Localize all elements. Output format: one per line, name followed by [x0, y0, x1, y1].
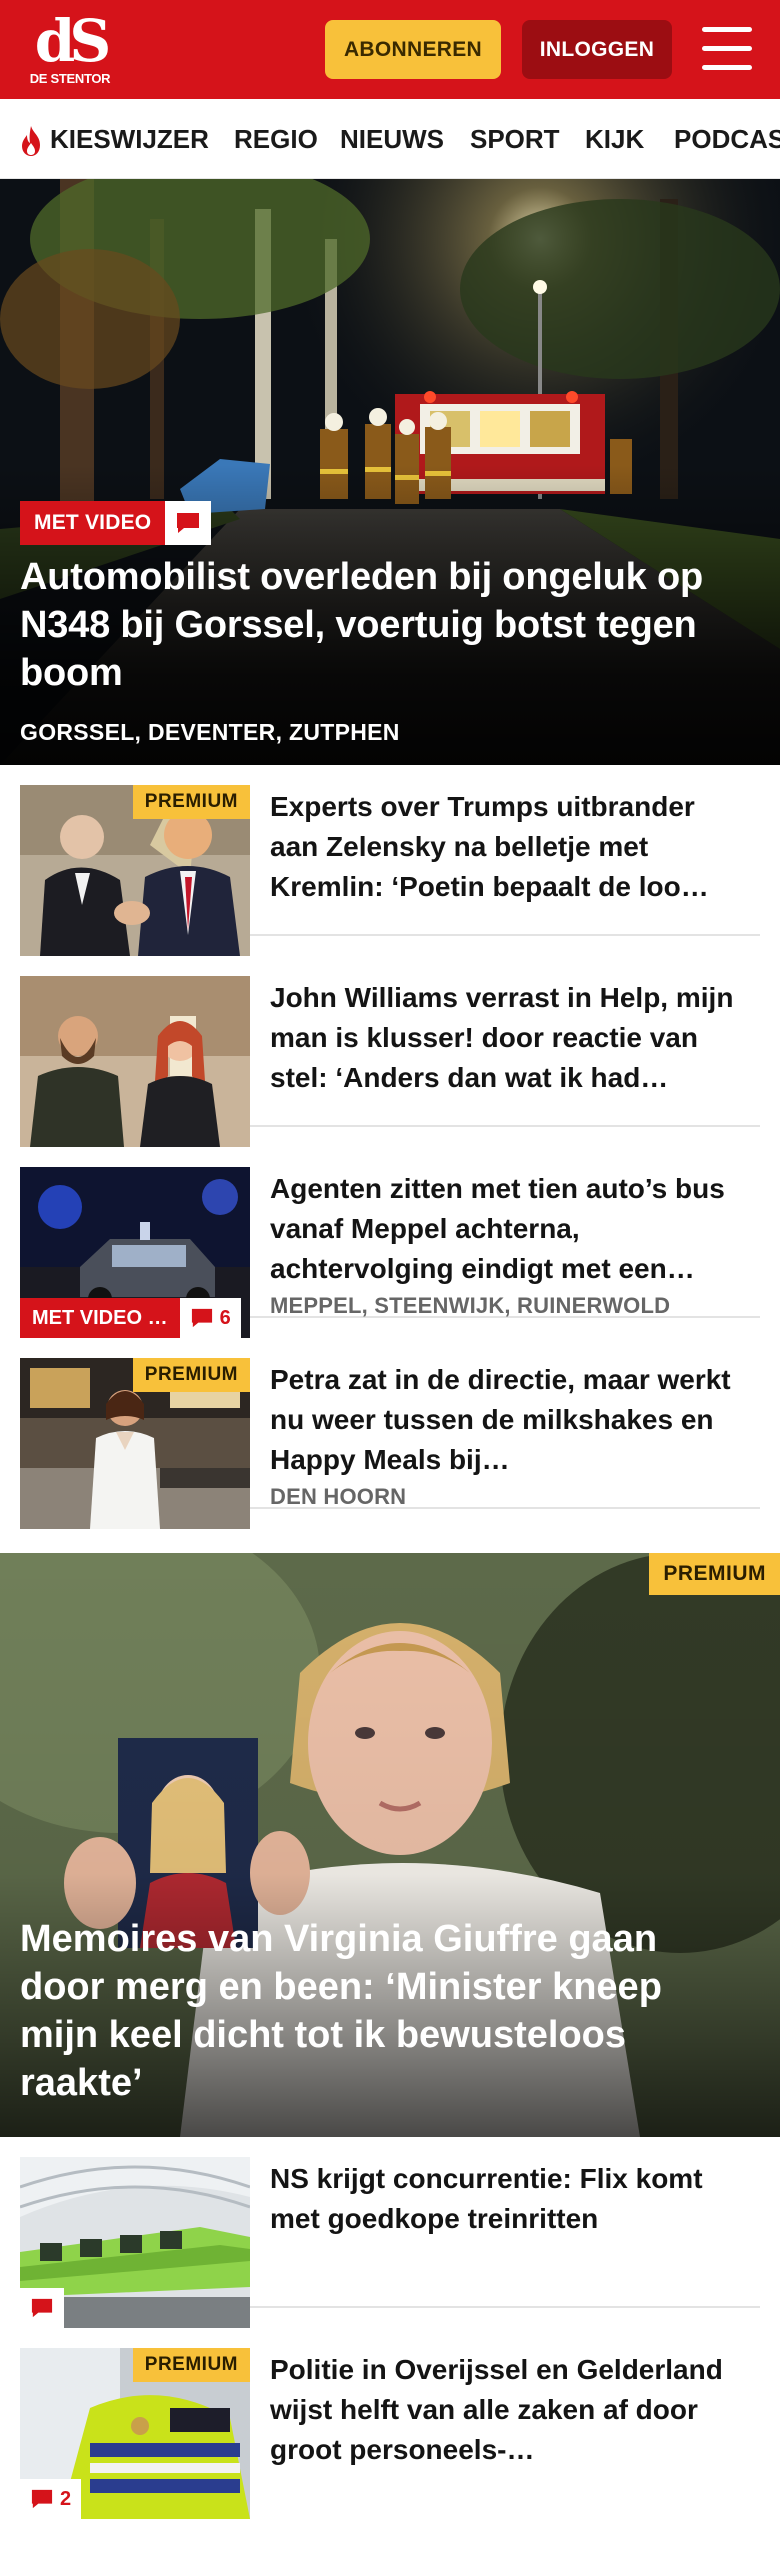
logo-mark: dS [34, 7, 111, 75]
video-badge-label: MET VIDEO [20, 501, 166, 545]
nav-item-podcasts[interactable]: PODCAS [674, 99, 780, 178]
login-button[interactable]: INLOGGEN [522, 20, 672, 79]
article-item[interactable]: PREMIUM Experts over Trumps uitbrander a… [20, 765, 760, 956]
article-location-tags: DEN HOORN [270, 1484, 407, 1509]
nav-item-kieswijzer[interactable]: KIESWIJZER [50, 99, 209, 178]
article-headline[interactable]: NS krijgt concurrentie: Flix komt met go… [270, 2159, 750, 2239]
nav-item-nieuws[interactable]: NIEUWS [340, 99, 444, 178]
video-badge: MET VIDEO … 6 [20, 1298, 241, 1338]
comment-count[interactable]: 6 [179, 1298, 241, 1338]
article-headline[interactable]: Petra zat in de directie, maar werkt nu … [270, 1360, 750, 1480]
premium-badge: PREMIUM [132, 785, 250, 819]
logo-name: DE STENTOR [29, 71, 111, 86]
comment-icon [191, 1308, 212, 1328]
video-badge: MET VIDEO [20, 501, 212, 545]
hero-headline[interactable]: Automobilist overleden bij ongeluk op N3… [20, 553, 765, 697]
article-item[interactable]: MET VIDEO … 6 Agenten zitten met tien au… [20, 1147, 760, 1338]
hero-location-tags: GORSSEL, DEVENTER, ZUTPHEN [20, 719, 400, 745]
article-item[interactable]: PREMIUM 2 Politie in Overijssel en Gelde… [20, 2328, 760, 2560]
hamburger-menu-icon[interactable] [702, 27, 752, 71]
article-thumbnail: PREMIUM 2 [20, 2348, 250, 2519]
article-location-tags: MEPPEL, STEENWIJK, RUINERWOLD [270, 1293, 671, 1318]
site-logo[interactable]: dS DE STENTOR [28, 12, 112, 88]
article-headline[interactable]: Experts over Trumps uitbrander aan Zelen… [270, 787, 750, 907]
comment-count-value: 6 [219, 1306, 231, 1329]
comment-badge: 2 [20, 2479, 82, 2519]
comment-icon[interactable] [165, 501, 212, 545]
comment-count-value: 2 [60, 2487, 72, 2510]
premium-badge: PREMIUM [132, 2348, 250, 2382]
article-thumbnail [20, 2157, 250, 2328]
nav-item-regio[interactable]: REGIO [234, 99, 318, 178]
article-headline[interactable]: Agenten zitten met tien auto’s bus vanaf… [270, 1169, 750, 1289]
nav-item-kijk[interactable]: KIJK [585, 99, 644, 178]
article-thumbnail [20, 976, 250, 1147]
site-header: dS DE STENTOR ABONNEREN INLOGGEN [0, 0, 780, 99]
flame-icon [22, 126, 40, 156]
video-badge-label: MET VIDEO … [20, 1298, 180, 1338]
hero-article[interactable]: MET VIDEO Automobilist overleden bij ong… [0, 179, 780, 765]
comment-badge [20, 2288, 64, 2328]
article-thumbnail: PREMIUM [20, 785, 250, 956]
article-headline[interactable]: Politie in Overijssel en Gelderland wijs… [270, 2350, 750, 2470]
comment-count[interactable]: 2 [20, 2479, 82, 2519]
nav-item-sport[interactable]: SPORT [470, 99, 560, 178]
comment-icon [31, 2489, 53, 2509]
article-item[interactable]: PREMIUM Petra zat in de directie, maar w… [20, 1338, 760, 1529]
article-thumbnail: PREMIUM [20, 1358, 250, 1529]
premium-badge: PREMIUM [132, 1358, 250, 1392]
article-headline[interactable]: John Williams verrast in Help, mijn man … [270, 978, 750, 1098]
feature-headline[interactable]: Memoires van Virginia Giuffre gaan door … [20, 1915, 750, 2107]
article-item[interactable]: John Williams verrast in Help, mijn man … [20, 956, 760, 1147]
premium-badge: PREMIUM [649, 1553, 780, 1595]
feature-article[interactable]: PREMIUM Memoires van Virginia Giuffre ga… [0, 1553, 780, 2137]
subscribe-button[interactable]: ABONNEREN [325, 20, 501, 79]
comment-icon[interactable] [20, 2288, 64, 2328]
main-navigation: KIESWIJZER REGIO NIEUWS SPORT KIJK PODCA… [0, 99, 780, 179]
article-item[interactable]: NS krijgt concurrentie: Flix komt met go… [20, 2137, 760, 2328]
article-thumbnail: MET VIDEO … 6 [20, 1167, 250, 1338]
